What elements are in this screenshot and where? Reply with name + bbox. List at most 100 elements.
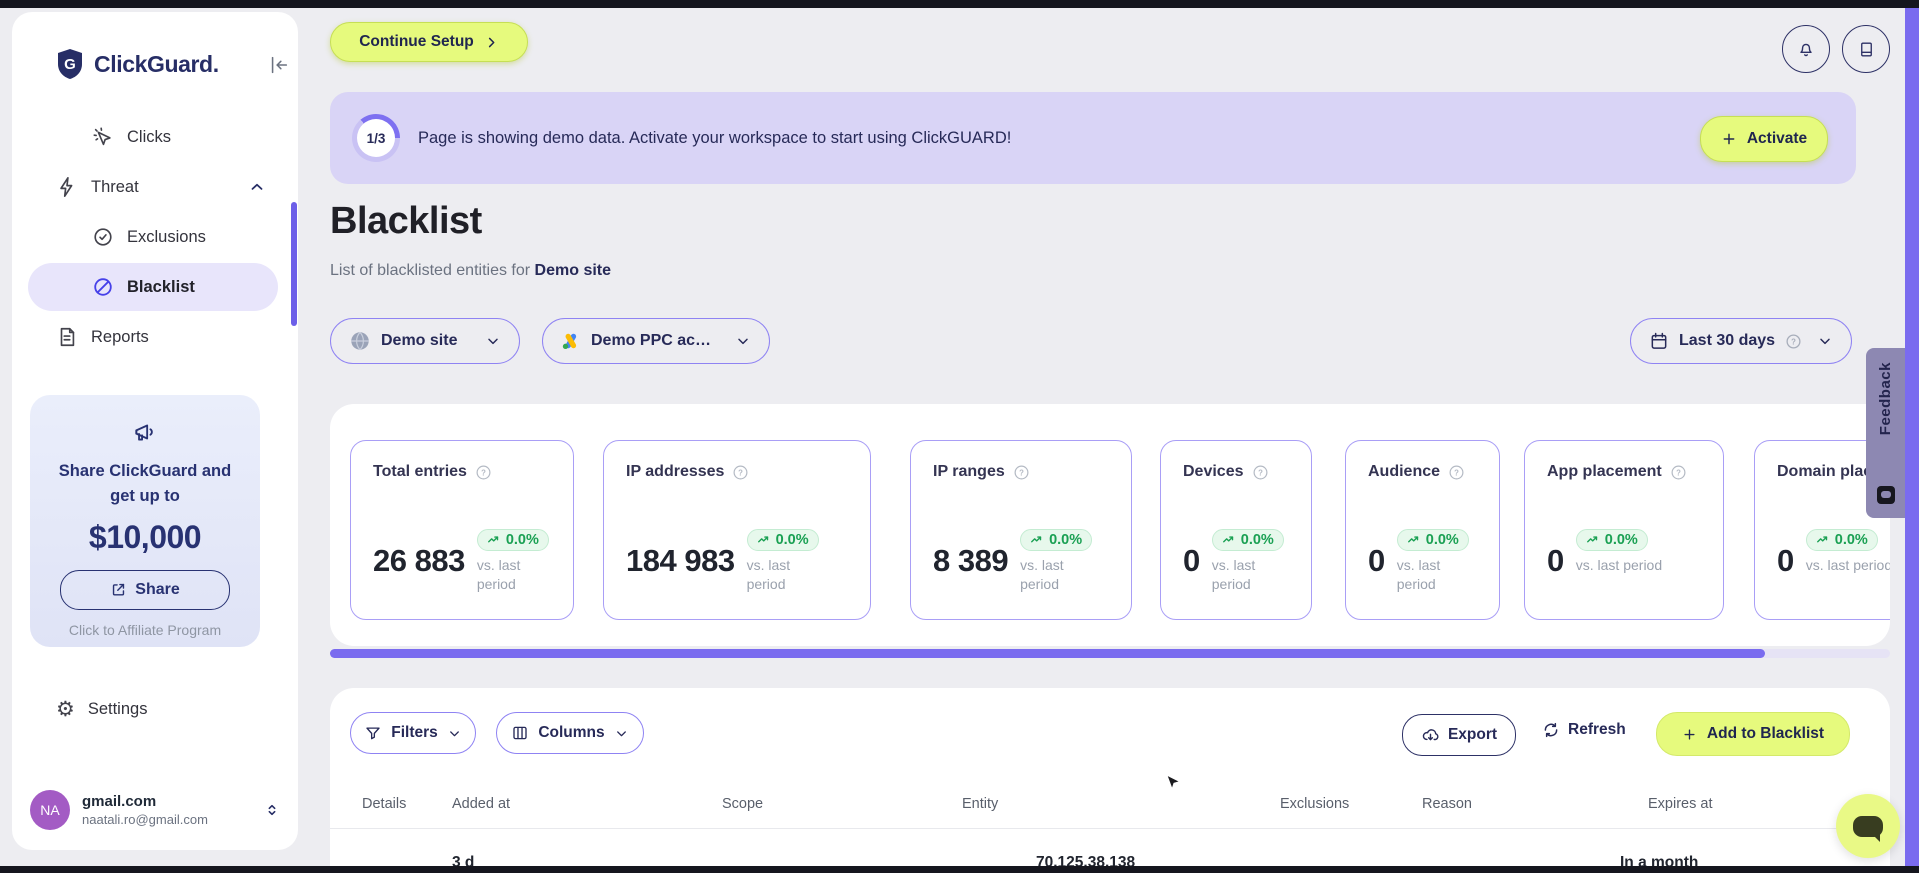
trend-up-icon (1407, 536, 1418, 543)
sidebar-item-exclusions[interactable]: Exclusions (92, 218, 206, 256)
feedback-tab[interactable]: Feedback (1866, 348, 1905, 518)
delta-badge: 0.0% (1396, 529, 1469, 551)
docs-button[interactable] (1842, 25, 1890, 73)
sidebar-item-reports[interactable]: Reports (56, 318, 149, 356)
plus-icon (1721, 131, 1737, 147)
page-subtitle: List of blacklisted entities for Demo si… (330, 262, 611, 280)
help-icon[interactable]: ? (475, 464, 492, 481)
filters-button[interactable]: Filters (350, 712, 476, 754)
export-button[interactable]: Export (1402, 714, 1516, 756)
vs-last-period: vs. last period (1575, 557, 1663, 573)
help-icon[interactable]: ? (1670, 464, 1687, 481)
columns-button[interactable]: Columns (496, 712, 644, 754)
account-email: naatali.ro@gmail.com (82, 812, 208, 827)
activate-button[interactable]: Activate (1700, 116, 1828, 162)
delta-badge: 0.0% (1575, 529, 1648, 551)
page-subtitle-site: Demo site (534, 262, 612, 279)
help-icon[interactable]: ? (1785, 333, 1802, 350)
columns-icon (511, 724, 529, 742)
continue-setup-label: Continue Setup (359, 33, 474, 50)
sidebar-item-label: Threat (91, 177, 139, 196)
stat-value: 8 389 (933, 543, 1009, 578)
calendar-icon (1649, 331, 1669, 351)
book-icon (1857, 40, 1876, 59)
chevron-right-icon (484, 35, 499, 50)
help-icon[interactable]: ? (1448, 464, 1465, 481)
chat-launcher-button[interactable] (1836, 794, 1900, 858)
share-button[interactable]: Share (60, 569, 230, 610)
window-bottom-edge (0, 866, 1919, 873)
sidebar-item-blacklist[interactable]: Blacklist (28, 263, 278, 311)
column-header-reason: Reason (1422, 796, 1472, 812)
help-icon[interactable]: ? (732, 464, 749, 481)
lightning-icon (56, 176, 78, 198)
continue-setup-button[interactable]: Continue Setup (330, 22, 528, 62)
avatar: NA (30, 790, 70, 830)
trend-up-icon (1816, 536, 1827, 543)
globe-icon (349, 330, 371, 352)
cloud-download-icon (1421, 726, 1440, 745)
sidebar-item-label: Settings (87, 699, 148, 718)
sidebar-item-settings[interactable]: ⚙ Settings (56, 690, 147, 728)
column-header-entity: Entity (962, 796, 999, 812)
delta-badge: 0.0% (1020, 529, 1093, 551)
sidebar-item-clicks[interactable]: Clicks (92, 118, 171, 156)
trend-up-icon (1586, 536, 1597, 543)
stat-value: 0 (1368, 543, 1385, 578)
add-to-blacklist-button[interactable]: Add to Blacklist (1656, 712, 1850, 756)
svg-text:G: G (64, 56, 76, 73)
svg-text:?: ? (1791, 337, 1796, 346)
column-header-details: Details (362, 796, 407, 812)
stat-label: App placement (1547, 463, 1662, 480)
sidebar-collapse-icon[interactable] (268, 54, 290, 76)
feedback-widget-icon (1876, 486, 1895, 504)
vertical-scrollbar[interactable] (1905, 8, 1919, 866)
funnel-icon (364, 724, 382, 742)
nav-section-indicator (291, 202, 297, 326)
chevron-down-icon (485, 333, 501, 349)
stat-value: 0 (1547, 543, 1564, 578)
trend-up-icon (757, 536, 768, 543)
stat-label: Total entries (373, 463, 467, 480)
svg-text:?: ? (481, 468, 486, 477)
vs-last-period: vs. last period (1211, 557, 1256, 592)
google-ads-icon (561, 331, 581, 351)
help-icon[interactable]: ? (1252, 464, 1269, 481)
ppc-account-selector[interactable]: Demo PPC ac… (542, 318, 770, 364)
table-header-row: Details Added at Scope Entity Exclusions… (330, 784, 1890, 829)
add-to-blacklist-label: Add to Blacklist (1706, 725, 1825, 742)
stat-card-devices: Devices? 0 0.0% vs. last period (1160, 440, 1312, 620)
stat-label: IP ranges (933, 463, 1005, 480)
column-header-exclusions: Exclusions (1280, 796, 1350, 812)
account-switcher[interactable]: NA gmail.com naatali.ro@gmail.com (30, 790, 280, 830)
vs-last-period: vs. last period (1805, 557, 1890, 573)
activate-label: Activate (1746, 130, 1808, 147)
stat-label: Audience (1368, 463, 1441, 480)
delta-badge: 0.0% (746, 529, 819, 551)
vs-last-period: vs. last period (476, 557, 521, 592)
svg-text:?: ? (1258, 468, 1263, 477)
vs-last-period: vs. last period (746, 557, 791, 592)
banner-message: Page is showing demo data. Activate your… (418, 128, 1012, 147)
refresh-button[interactable]: Refresh (1542, 721, 1626, 739)
columns-label: Columns (538, 724, 605, 741)
stat-value: 184 983 (626, 543, 735, 578)
sidebar-item-threat[interactable]: Threat (56, 168, 266, 206)
horizontal-scrollbar[interactable] (330, 649, 1890, 658)
demo-data-banner: 1/3 Page is showing demo data. Activate … (330, 92, 1856, 184)
promo-message: Share ClickGuard and get up to (58, 462, 232, 505)
affiliate-promo-card[interactable]: Share ClickGuard and get up to $10,000 S… (30, 395, 260, 647)
chevron-up-down-icon (264, 802, 280, 818)
vs-last-period: vs. last period (1020, 557, 1064, 592)
site-selector-label: Demo site (381, 332, 458, 349)
site-selector[interactable]: Demo site (330, 318, 520, 364)
notifications-button[interactable] (1782, 25, 1830, 73)
help-icon[interactable]: ? (1013, 464, 1030, 481)
filters-label: Filters (391, 724, 438, 741)
feedback-label: Feedback (1877, 362, 1894, 436)
date-range-selector[interactable]: Last 30 days ? (1630, 318, 1852, 364)
horizontal-scrollbar-thumb[interactable] (330, 649, 1765, 658)
date-range-label: Last 30 days (1679, 332, 1776, 349)
refresh-label: Refresh (1568, 721, 1626, 738)
page-title: Blacklist (330, 200, 482, 242)
